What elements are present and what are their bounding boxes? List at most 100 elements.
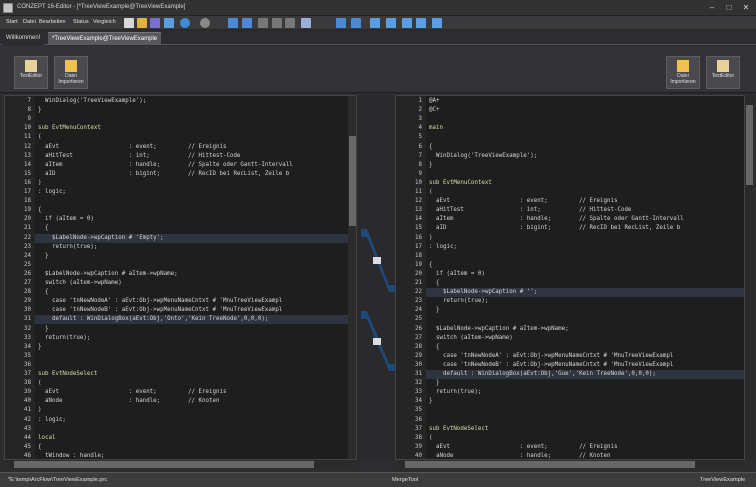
line-number: 29 — [24, 298, 31, 305]
new-file-icon[interactable] — [124, 18, 134, 28]
code-line: } — [38, 343, 42, 350]
last-diff-icon[interactable] — [386, 18, 396, 28]
line-number: 16 — [24, 179, 31, 186]
link-icon[interactable] — [336, 18, 346, 28]
next-diff-icon[interactable] — [416, 18, 426, 28]
tab-treeviewexample[interactable]: *TreeViewExample@TreeViewExample — [48, 32, 162, 45]
code-line: { — [38, 207, 42, 214]
line-number: 21 — [24, 225, 31, 232]
code-line: aEvt : event; // Ereignis — [429, 443, 618, 450]
code-line: case 'tnNewNodeB' : aEvt:Obj->wpMenuName… — [38, 307, 283, 314]
code-line: ( — [429, 434, 433, 441]
code-line: $LabelNode->wpCaption # 'Empty'; — [38, 234, 164, 241]
line-number: 39 — [415, 443, 422, 450]
code-line: aID : bigint; // RecID bei RecList, Zeil… — [38, 170, 290, 177]
text-editor-icon — [717, 60, 729, 72]
status-mode: MergeTool — [392, 477, 419, 483]
line-number: 30 — [415, 361, 422, 368]
left-scrollbar[interactable] — [348, 96, 356, 459]
line-number: 18 — [24, 198, 31, 205]
code-line: { — [38, 443, 42, 450]
code-line: ) — [429, 234, 433, 241]
merge-arrow-2 — [373, 338, 381, 345]
right-code-pane[interactable]: 1 @A+ 2 @C+ 3 4 main 5 6{7 WinDialog('TreeViewEx… — [395, 95, 745, 460]
line-number: 22 — [415, 289, 422, 296]
left-code-pane[interactable]: 7 WinDialog('TreeViewExample'); 8} 9 10 sub … — [4, 95, 357, 460]
right-hscroll-thumb[interactable] — [405, 461, 695, 468]
left-hscroll-thumb[interactable] — [14, 461, 314, 468]
minimize-button[interactable]: – — [705, 3, 719, 13]
code-line: return(true); — [429, 389, 482, 396]
line-number: 28 — [24, 289, 31, 296]
right-scrollbar[interactable] — [745, 95, 754, 460]
code-line: return(true); — [429, 298, 489, 305]
menu-vergleich[interactable]: Vergleich — [93, 19, 116, 25]
code-line: : logic; — [429, 243, 457, 250]
run-icon[interactable] — [164, 18, 174, 28]
right-hscrollbar[interactable] — [395, 460, 745, 469]
code-line: ) — [38, 407, 42, 414]
code-line: } — [38, 252, 49, 259]
code-line: case 'tnNewNodeB' : aEvt:Obj->wpMenuName… — [429, 361, 674, 368]
status-bar: *E:\temp\ArcFlow\TreeViewExample.prc Mer… — [0, 472, 756, 487]
search-icon[interactable] — [301, 18, 311, 28]
left-hscrollbar[interactable] — [4, 460, 357, 469]
close-button[interactable]: ✕ — [739, 3, 753, 13]
text-editor-button-right[interactable]: TextEditor — [706, 56, 740, 89]
paste-icon[interactable] — [285, 18, 295, 28]
line-number: 6 — [418, 143, 423, 150]
navigate-back-icon[interactable] — [180, 18, 190, 28]
app-icon — [3, 3, 13, 13]
tab-willkommen[interactable]: Willkommen! — [2, 32, 45, 45]
undo-icon[interactable] — [228, 18, 238, 28]
line-number: 33 — [24, 334, 31, 341]
code-line: ( — [38, 380, 42, 387]
code-line: WinDialog('TreeViewExample'); — [429, 152, 538, 159]
maximize-button[interactable]: □ — [722, 3, 736, 13]
right-gutter — [396, 96, 426, 459]
code-line: aItem : handle; // Spalte oder Gantt-Int… — [429, 216, 684, 223]
line-number: 30 — [24, 307, 31, 314]
status-file-path: *E:\temp\ArcFlow\TreeViewExample.prc — [8, 477, 108, 483]
settings-icon[interactable] — [200, 18, 210, 28]
line-number: 39 — [24, 389, 31, 396]
copy-icon[interactable] — [272, 18, 282, 28]
line-number: 8 — [418, 161, 423, 168]
code-line: switch (aItem->wpName) — [429, 334, 513, 341]
open-folder-icon[interactable] — [137, 18, 147, 28]
prev-diff-icon[interactable] — [402, 18, 412, 28]
compare-icon[interactable] — [351, 18, 361, 28]
line-number: 15 — [24, 170, 31, 177]
left-scroll-thumb[interactable] — [349, 136, 356, 226]
code-line: return(true); — [38, 334, 91, 341]
code-line: $LabelNode->wpCaption # ''; — [429, 289, 538, 296]
line-number: 17 — [24, 189, 31, 195]
line-number: 7 — [418, 152, 423, 159]
code-line: local — [38, 434, 56, 441]
copy-left-icon[interactable] — [432, 18, 442, 28]
code-line: { — [429, 343, 440, 350]
line-number: 19 — [415, 261, 422, 268]
line-number: 7 — [27, 98, 32, 104]
menu-datei[interactable]: Datei — [23, 19, 36, 25]
text-editor-button-left[interactable]: TextEditor — [14, 56, 48, 89]
document-tabs: Willkommen! *TreeViewExample@TreeViewExa… — [0, 31, 756, 45]
save-icon[interactable] — [150, 18, 160, 28]
menu-status[interactable]: Status — [73, 19, 89, 25]
right-scroll-thumb[interactable] — [746, 105, 753, 185]
line-number: 23 — [24, 243, 31, 250]
import-file-button-left[interactable]: Datei Importieren — [54, 56, 88, 89]
code-line: $LabelNode->wpCaption # aItem->wpName; — [38, 270, 178, 277]
first-diff-icon[interactable] — [370, 18, 380, 28]
code-line: } — [429, 380, 440, 387]
code-line: } — [38, 107, 42, 114]
import-file-button-right[interactable]: Datei Importieren — [666, 56, 700, 89]
code-line: WinDialog('TreeViewExample'); — [38, 98, 147, 104]
line-number: 15 — [415, 225, 422, 232]
redo-icon[interactable] — [242, 18, 252, 28]
menu-bearbeiten[interactable]: Bearbeiten — [39, 19, 66, 25]
cut-icon[interactable] — [258, 18, 268, 28]
menu-start[interactable]: Start — [6, 19, 18, 25]
menu-bar: Start Datei Bearbeiten Status Vergleich — [0, 16, 756, 30]
line-number: 1 — [418, 98, 423, 104]
